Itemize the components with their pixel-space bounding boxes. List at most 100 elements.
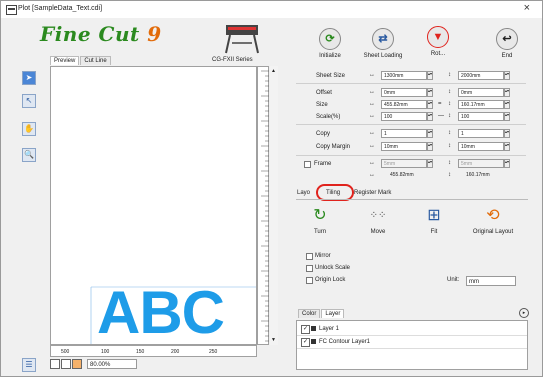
layer-visible-checkbox[interactable]: ✓ — [301, 325, 310, 334]
grid-icon[interactable] — [50, 359, 60, 369]
unit-select[interactable]: mm — [466, 276, 516, 286]
height-arrow-icon: ↕ — [448, 172, 451, 178]
frame-y-spinner[interactable]: ▴▾ — [504, 159, 510, 168]
total-width-value: 455.82mm — [390, 172, 414, 178]
mirror-checkbox[interactable] — [306, 253, 313, 260]
copy-margin-x-spinner[interactable]: ▴▾ — [427, 142, 433, 151]
fit-button[interactable]: ⊞ Fit — [409, 206, 459, 235]
copy-x-field[interactable]: 1 — [381, 129, 427, 138]
origin-lock-checkbox[interactable] — [306, 277, 313, 284]
tab-color[interactable]: Color — [298, 309, 321, 318]
end-button[interactable]: ↩ End — [482, 28, 532, 59]
vertical-ruler-ticks — [261, 70, 269, 342]
plot-button[interactable]: ▼ Rot... — [413, 26, 463, 57]
hand-tool-icon[interactable]: ✋ — [22, 122, 36, 136]
tab-register-mark[interactable]: Register Mark — [354, 190, 391, 196]
tab-layout[interactable]: Layo — [297, 190, 310, 196]
lock-scale-icon[interactable]: — — [438, 113, 444, 119]
copy-x-spinner[interactable]: ▴▾ — [427, 129, 433, 138]
lock-ratio-icon[interactable]: = — [438, 101, 442, 107]
scale-x-field[interactable]: 100 — [381, 112, 427, 121]
plot-icon: ▼ — [427, 26, 449, 48]
width-arrow-icon: ↔ — [369, 172, 375, 178]
scale-y-field[interactable]: 100 — [458, 112, 504, 121]
height-arrow-icon: ↕ — [448, 101, 451, 107]
vertical-scrollbar[interactable]: ▲ ▼ — [270, 66, 278, 345]
frame-x-spinner[interactable]: ▴▾ — [427, 159, 433, 168]
frame-label: Frame — [314, 161, 332, 167]
original-layout-icon: ⟲ — [486, 207, 500, 224]
height-arrow-icon: ↕ — [448, 160, 451, 166]
sheet-height-spinner[interactable]: ▴▾ — [504, 71, 510, 80]
canvas-artwork-text[interactable]: ABC — [97, 283, 225, 343]
horizontal-ruler: 500 100 150 200 250 — [50, 345, 257, 357]
frame-y-field[interactable]: 5mm — [458, 159, 504, 168]
sheet-loading-label: Sheet Loading — [363, 53, 403, 59]
select-tool-icon[interactable]: ➤ — [22, 71, 36, 85]
offset-x-spinner[interactable]: ▴▾ — [427, 88, 433, 97]
scroll-down-icon[interactable]: ▼ — [271, 337, 276, 343]
pointer-tool-icon[interactable]: ↖ — [22, 94, 36, 108]
width-arrow-icon: ↔ — [369, 160, 375, 166]
height-arrow-icon: ↕ — [448, 130, 451, 136]
layer-color-swatch — [311, 339, 316, 344]
unlock-scale-label: Unlock Scale — [315, 265, 351, 271]
width-arrow-icon: ↔ — [369, 143, 375, 149]
size-height-field[interactable]: 160.17mm — [458, 100, 504, 109]
ruler-label: 250 — [209, 349, 218, 355]
scroll-up-icon[interactable]: ▲ — [271, 68, 276, 74]
end-label: End — [501, 53, 513, 59]
ruler-label: 100 — [101, 349, 110, 355]
width-arrow-icon: ↔ — [369, 130, 375, 136]
tab-cut-line[interactable]: Cut Line — [80, 56, 111, 65]
layer-visible-checkbox[interactable]: ✓ — [301, 338, 310, 347]
scale-y-spinner[interactable]: ▴▾ — [504, 112, 510, 121]
zoom-tool-icon[interactable]: 🔍 — [22, 148, 36, 162]
tab-layer[interactable]: Layer — [321, 309, 345, 318]
offset-x-field[interactable]: 0mm — [381, 88, 427, 97]
window-title: Plot [SampleData_Text.cdi] — [18, 5, 103, 12]
turn-button[interactable]: ↻ Turn — [295, 206, 345, 235]
sheet-size-label: Sheet Size — [316, 73, 346, 79]
list-view-icon[interactable]: ☰ — [22, 358, 36, 372]
logo-text: Fine Cut — [40, 22, 148, 46]
list-item[interactable]: ✓ FC Contour Layer1 — [297, 336, 527, 349]
size-width-spinner[interactable]: ▴▾ — [427, 100, 433, 109]
copy-y-spinner[interactable]: ▴▾ — [504, 129, 510, 138]
layer-menu-icon[interactable]: ▸ — [519, 308, 529, 318]
copy-margin-y-spinner[interactable]: ▴▾ — [504, 142, 510, 151]
scale-label: Scale(%) — [316, 114, 341, 120]
list-item[interactable]: ✓ Layer 1 — [297, 323, 527, 336]
sheet-width-field[interactable]: 1300mm — [381, 71, 427, 80]
width-arrow-icon: ↔ — [369, 113, 375, 119]
copy-margin-y-field[interactable]: 10mm — [458, 142, 504, 151]
original-layout-label: Original Layout — [472, 229, 514, 235]
tab-preview[interactable]: Preview — [50, 56, 80, 65]
frame-checkbox[interactable] — [304, 161, 311, 168]
sheet-loading-button[interactable]: ⇄ Sheet Loading — [358, 28, 408, 59]
width-arrow-icon: ↔ — [369, 89, 375, 95]
copy-margin-x-field[interactable]: 10mm — [381, 142, 427, 151]
zoom-fit-icon[interactable] — [72, 359, 82, 369]
offset-y-spinner[interactable]: ▴▾ — [504, 88, 510, 97]
unlock-scale-checkbox[interactable] — [306, 265, 313, 272]
initialize-button[interactable]: ⟳ Initialize — [305, 28, 355, 59]
frame-x-field[interactable]: 5mm — [381, 159, 427, 168]
size-height-spinner[interactable]: ▴▾ — [504, 100, 510, 109]
sheet-width-spinner[interactable]: ▴▾ — [427, 71, 433, 80]
move-button[interactable]: ⁘⁘ Move — [353, 206, 403, 235]
ruler-label: 200 — [171, 349, 180, 355]
zoom-select[interactable]: 80.00% — [87, 359, 137, 369]
original-layout-button[interactable]: ⟲ Original Layout — [468, 206, 518, 235]
origin-lock-label: Origin Lock — [315, 277, 346, 283]
scale-x-spinner[interactable]: ▴▾ — [427, 112, 433, 121]
zoom-bar: 80.00% — [50, 358, 160, 371]
size-label: Size — [316, 102, 328, 108]
sheet-height-field[interactable]: 2000mm — [458, 71, 504, 80]
page-icon[interactable] — [61, 359, 71, 369]
copy-y-field[interactable]: 1 — [458, 129, 504, 138]
close-icon[interactable]: × — [524, 2, 530, 14]
machine-label: CG-FXII Series — [212, 57, 253, 63]
offset-y-field[interactable]: 0mm — [458, 88, 504, 97]
size-width-field[interactable]: 455.82mm — [381, 100, 427, 109]
